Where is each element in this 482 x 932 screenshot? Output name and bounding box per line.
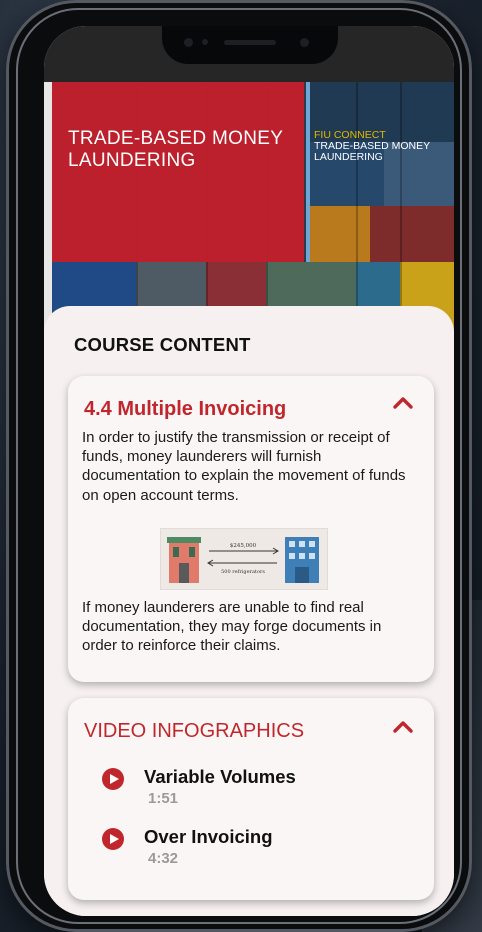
goods-label: 500 refrigerators — [221, 569, 265, 575]
brand-logo-text: FIU CONNECT TRADE-BASED MONEY LAUNDERING — [314, 130, 454, 163]
video-card: VIDEO INFOGRAPHICS Variable Volumes 1:51… — [68, 698, 434, 900]
window — [299, 541, 305, 547]
door — [179, 563, 189, 583]
video-title[interactable]: Variable Volumes — [144, 766, 296, 788]
container-block — [370, 206, 454, 262]
window — [173, 547, 179, 557]
divider — [356, 82, 358, 332]
divider — [400, 82, 402, 332]
speaker — [224, 40, 276, 45]
hero-title-overlay — [52, 82, 304, 262]
lesson-card: 4.4 Multiple Invoicing In order to justi… — [68, 376, 434, 682]
roof-left — [167, 537, 201, 543]
illustration-graphic: $245,000 500 refrigerators — [167, 537, 319, 583]
section-heading: COURSE CONTENT — [74, 334, 251, 355]
phone-screen: TRADE-BASED MONEY LAUNDERING FIU CONNECT… — [44, 26, 454, 916]
window — [189, 547, 195, 557]
course-title: TRADE-BASED MONEY LAUNDERING — [68, 128, 283, 171]
lesson-title[interactable]: 4.4 Multiple Invoicing — [84, 398, 286, 421]
video-duration: 1:51 — [148, 790, 179, 807]
door — [295, 567, 309, 583]
invoicing-illustration: $245,000 500 refrigerators — [160, 528, 328, 590]
sensor-dot — [202, 39, 208, 45]
window — [289, 541, 295, 547]
phone-frame: TRADE-BASED MONEY LAUNDERING FIU CONNECT… — [6, 0, 472, 932]
hero-banner: TRADE-BASED MONEY LAUNDERING FIU CONNECT… — [52, 82, 454, 332]
window — [309, 553, 315, 559]
window — [309, 541, 315, 547]
amount-label: $245,000 — [230, 543, 257, 549]
brand-subtitle: TRADE-BASED MONEY LAUNDERING — [314, 140, 430, 163]
chevron-up-icon[interactable] — [392, 392, 414, 414]
hero-separator — [306, 82, 310, 262]
play-icon[interactable] — [102, 768, 124, 790]
video-duration: 4:32 — [148, 850, 179, 867]
container-block — [310, 206, 370, 262]
video-section-heading[interactable]: VIDEO INFOGRAPHICS — [84, 720, 304, 743]
window — [289, 553, 295, 559]
camera-dot — [300, 38, 309, 47]
sensor-dot — [184, 38, 193, 47]
video-title[interactable]: Over Invoicing — [144, 826, 273, 848]
window — [299, 553, 305, 559]
chevron-up-icon[interactable] — [392, 716, 414, 738]
phone-notch — [162, 26, 338, 64]
play-icon[interactable] — [102, 828, 124, 850]
lesson-paragraph: If money launderers are unable to find r… — [82, 599, 382, 655]
lesson-paragraph: In order to justify the transmission or … — [82, 429, 406, 504]
